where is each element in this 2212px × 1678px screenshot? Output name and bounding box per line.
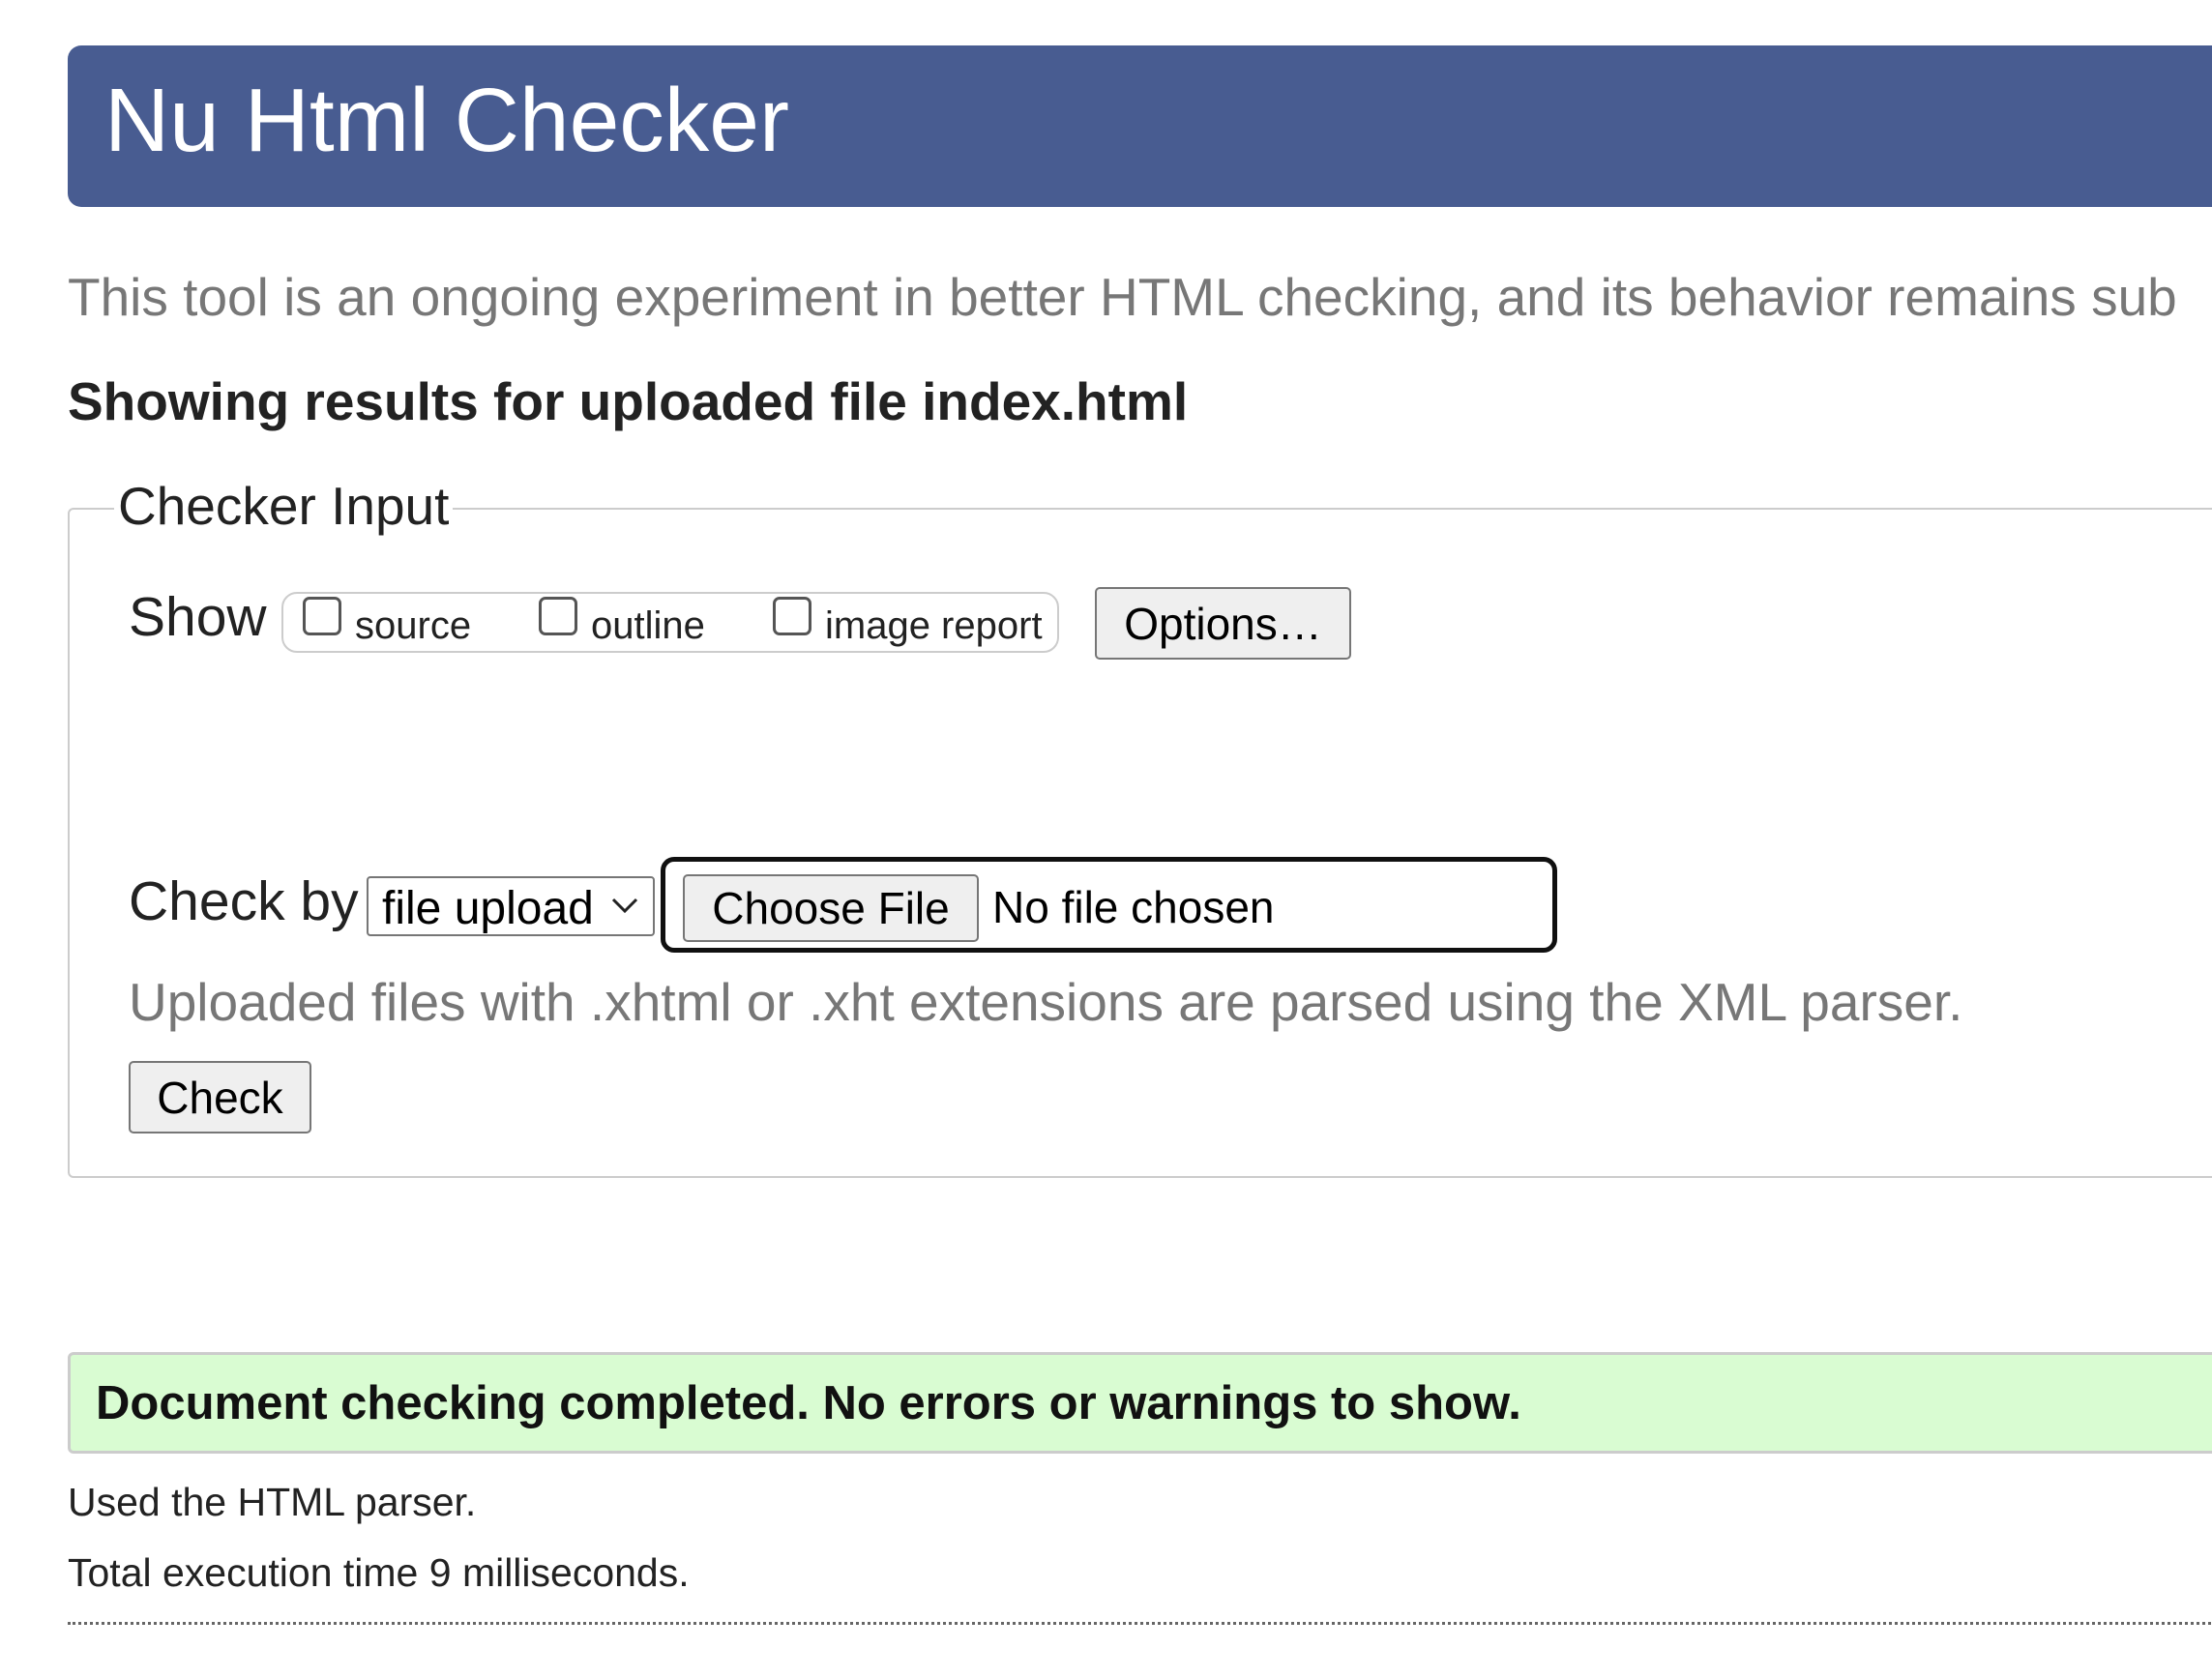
source-checkbox[interactable] <box>303 597 341 635</box>
show-label: Show <box>129 586 267 648</box>
image-report-checkbox-label[interactable]: image report <box>825 603 1043 648</box>
check-by-select[interactable]: file upload <box>367 876 655 936</box>
check-by-label: Check by <box>129 870 359 932</box>
source-checkbox-label[interactable]: source <box>355 603 471 648</box>
execution-time: Total execution time 9 milliseconds. <box>68 1550 690 1595</box>
check-by-select-value[interactable]: file upload <box>382 883 594 935</box>
checker-input-legend: Checker Input <box>114 476 454 538</box>
check-button[interactable]: Check <box>129 1061 311 1133</box>
page: Nu Html Checker This tool is an ongoing … <box>0 0 2212 1678</box>
outline-checkbox-label[interactable]: outline <box>591 603 705 648</box>
header-banner: Nu Html Checker <box>68 45 2212 207</box>
show-options-group: source outline image report <box>281 592 1059 653</box>
choose-file-button[interactable]: Choose File <box>683 874 979 942</box>
divider <box>68 1622 2212 1625</box>
file-input[interactable]: Choose File No file chosen <box>661 857 1557 953</box>
page-title: Nu Html Checker <box>104 70 789 170</box>
success-message-box: Document checking completed. No errors o… <box>68 1352 2212 1454</box>
options-button[interactable]: Options… <box>1095 587 1351 660</box>
chevron-down-icon[interactable] <box>610 896 639 915</box>
outline-checkbox[interactable] <box>539 597 577 635</box>
image-report-checkbox[interactable] <box>773 597 811 635</box>
intro-text: This tool is an ongoing experiment in be… <box>68 267 2177 327</box>
results-heading: Showing results for uploaded file index.… <box>68 371 1189 431</box>
file-status-text: No file chosen <box>992 882 1275 932</box>
upload-hint: Uploaded files with .xhtml or .xht exten… <box>129 972 1963 1032</box>
success-message: Document checking completed. No errors o… <box>96 1377 1521 1429</box>
parser-info: Used the HTML parser. <box>68 1480 477 1524</box>
